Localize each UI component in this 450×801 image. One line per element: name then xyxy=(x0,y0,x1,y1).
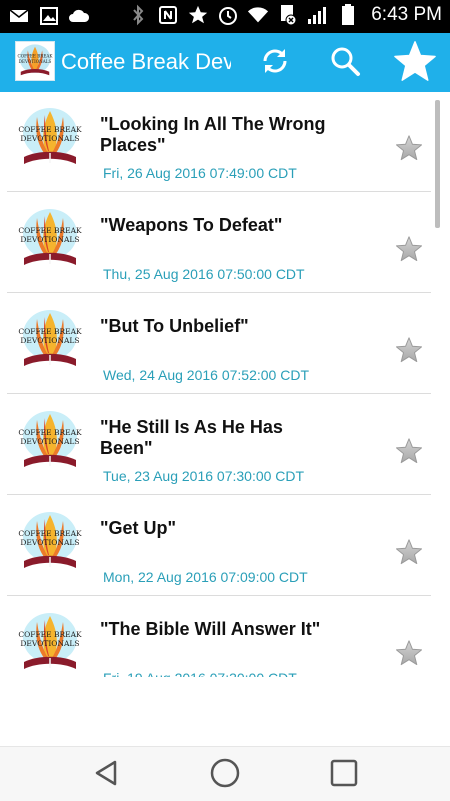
devotional-thumbnail: COFFEE BREAK DEVOTIONALS xyxy=(18,307,82,371)
svg-text:COFFEE BREAK: COFFEE BREAK xyxy=(18,529,82,538)
star-outline-icon xyxy=(394,337,424,368)
favorite-star-button[interactable] xyxy=(394,235,424,263)
battery-icon xyxy=(337,4,359,26)
app-logo[interactable]: COFFEE BREAK DEVOTIONALS xyxy=(15,41,55,81)
devotional-title: "Weapons To Defeat" xyxy=(100,215,283,235)
status-time: 6:43 PM xyxy=(371,4,442,25)
svg-text:DEVOTIONALS: DEVOTIONALS xyxy=(20,437,79,446)
app-title: Coffee Break Devotionals xyxy=(61,49,231,74)
svg-text:DEVOTIONALS: DEVOTIONALS xyxy=(19,59,52,64)
svg-text:DEVOTIONALS: DEVOTIONALS xyxy=(20,639,79,648)
devotional-thumbnail: COFFEE BREAK DEVOTIONALS xyxy=(18,408,82,472)
mail-icon xyxy=(8,5,30,27)
devotional-title: "He Still Is As He Has Been" xyxy=(100,417,283,458)
navigation-bar xyxy=(0,746,450,801)
list-item[interactable]: COFFEE BREAK DEVOTIONALS "But To Unbelief"… xyxy=(7,294,431,394)
favorite-star-button[interactable] xyxy=(394,134,424,162)
svg-text:COFFEE BREAK: COFFEE BREAK xyxy=(18,226,82,235)
scrollbar[interactable] xyxy=(435,100,440,228)
back-button[interactable] xyxy=(86,757,126,793)
svg-text:DEVOTIONALS: DEVOTIONALS xyxy=(20,538,79,547)
alarm-icon xyxy=(217,4,239,26)
devotional-date: Tue, 23 Aug 2016 07:30:00 CDT xyxy=(103,468,305,484)
devotional-title: "Looking In All The Wrong Places" xyxy=(100,114,326,155)
search-icon xyxy=(329,45,361,82)
svg-text:DEVOTIONALS: DEVOTIONALS xyxy=(20,235,79,244)
favorite-star-button[interactable] xyxy=(394,336,424,364)
status-bar-right: 6:43 PM xyxy=(127,4,442,26)
devotional-date: Mon, 22 Aug 2016 07:09:00 CDT xyxy=(103,569,308,585)
favorites-button[interactable] xyxy=(392,40,438,87)
signal-icon xyxy=(307,4,329,26)
svg-text:DEVOTIONALS: DEVOTIONALS xyxy=(20,336,79,345)
home-button[interactable] xyxy=(205,757,245,793)
status-bar-left xyxy=(8,5,90,27)
recent-apps-icon xyxy=(329,758,359,793)
devotional-title: "Get Up" xyxy=(100,518,177,538)
devotional-thumbnail: COFFEE BREAK DEVOTIONALS xyxy=(18,610,82,674)
svg-text:COFFEE BREAK: COFFEE BREAK xyxy=(18,53,54,58)
star-icon xyxy=(187,4,209,26)
svg-text:DEVOTIONALS: DEVOTIONALS xyxy=(20,134,79,143)
devotional-date: Fri, 19 Aug 2016 07:30:00 CDT xyxy=(103,670,297,677)
list-item[interactable]: COFFEE BREAK DEVOTIONALS "Weapons To Defea… xyxy=(7,193,431,293)
app-bar: COFFEE BREAK DEVOTIONALS Coffee Break De… xyxy=(0,33,450,92)
star-outline-icon xyxy=(394,640,424,671)
image-icon xyxy=(38,5,60,27)
list-item[interactable]: COFFEE BREAK DEVOTIONALS "Get Up" Mon, 22 A… xyxy=(7,496,431,596)
list-item[interactable]: COFFEE BREAK DEVOTIONALS "Looking In All T… xyxy=(7,92,431,192)
svg-text:COFFEE BREAK: COFFEE BREAK xyxy=(18,125,82,134)
favorites-star-icon xyxy=(393,40,437,87)
devotional-thumbnail: COFFEE BREAK DEVOTIONALS xyxy=(18,105,82,169)
star-outline-icon xyxy=(394,236,424,267)
devotional-title: "The Bible Will Answer It" xyxy=(100,619,321,639)
nfc-icon xyxy=(157,4,179,26)
search-button[interactable] xyxy=(325,43,365,83)
bluetooth-icon xyxy=(127,4,149,26)
refresh-button[interactable] xyxy=(255,43,295,83)
devotional-title: "But To Unbelief" xyxy=(100,316,249,336)
sim-icon xyxy=(277,4,299,26)
wifi-icon xyxy=(247,4,269,26)
list-item[interactable]: COFFEE BREAK DEVOTIONALS "He Still Is As H… xyxy=(7,395,431,495)
star-outline-icon xyxy=(394,135,424,166)
list-item[interactable]: COFFEE BREAK DEVOTIONALS "The Bible Will A… xyxy=(7,597,431,677)
svg-text:COFFEE BREAK: COFFEE BREAK xyxy=(18,630,82,639)
home-icon xyxy=(209,757,241,794)
devotional-thumbnail: COFFEE BREAK DEVOTIONALS xyxy=(18,206,82,270)
recent-apps-button[interactable] xyxy=(324,757,364,793)
star-outline-icon xyxy=(394,438,424,469)
svg-text:COFFEE BREAK: COFFEE BREAK xyxy=(18,428,82,437)
refresh-icon xyxy=(259,45,291,82)
favorite-star-button[interactable] xyxy=(394,538,424,566)
devotional-list[interactable]: COFFEE BREAK DEVOTIONALS "Looking In All T… xyxy=(0,92,450,677)
favorite-star-button[interactable] xyxy=(394,437,424,465)
devotional-thumbnail: COFFEE BREAK DEVOTIONALS xyxy=(18,509,82,573)
back-icon xyxy=(91,758,121,793)
status-bar: 6:43 PM xyxy=(0,0,450,33)
svg-text:COFFEE BREAK: COFFEE BREAK xyxy=(18,327,82,336)
devotional-date: Fri, 26 Aug 2016 07:49:00 CDT xyxy=(103,165,297,181)
devotional-date: Thu, 25 Aug 2016 07:50:00 CDT xyxy=(103,266,305,282)
devotional-date: Wed, 24 Aug 2016 07:52:00 CDT xyxy=(103,367,309,383)
favorite-star-button[interactable] xyxy=(394,639,424,667)
cloud-icon xyxy=(68,5,90,27)
star-outline-icon xyxy=(394,539,424,570)
